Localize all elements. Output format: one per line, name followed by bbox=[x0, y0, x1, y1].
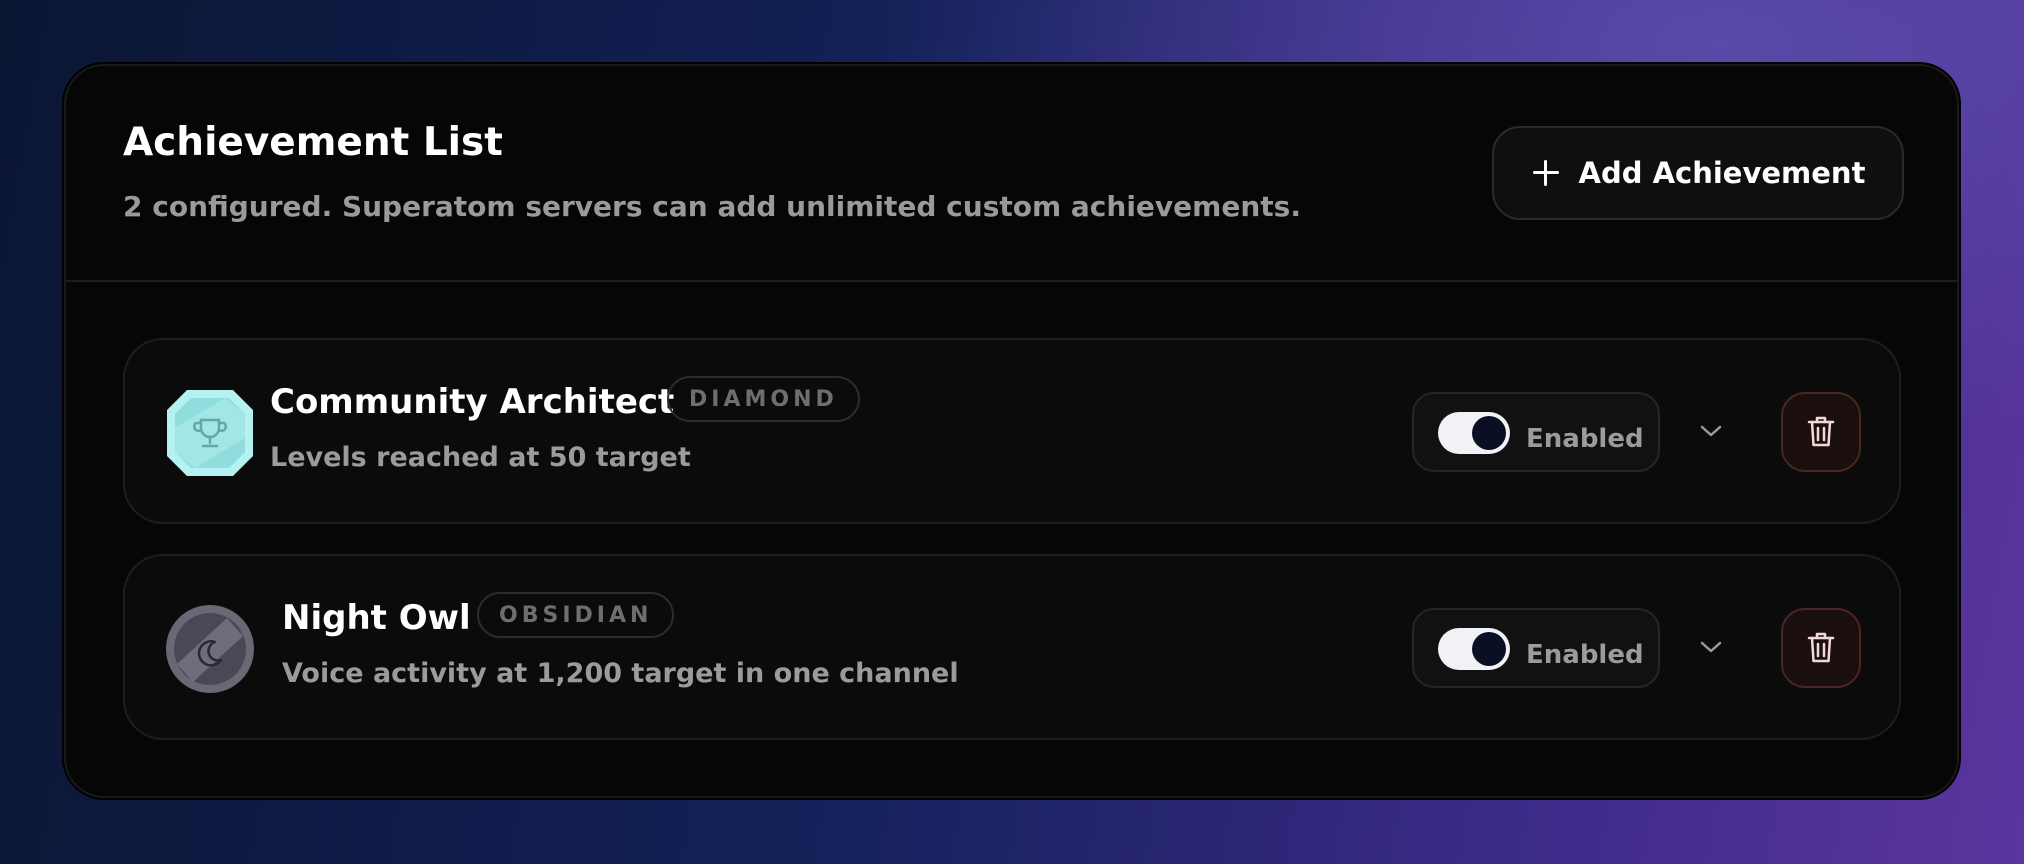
plus-icon bbox=[1531, 158, 1561, 188]
achievement-name: Community Architect bbox=[270, 382, 675, 422]
achievement-card: Night Owl OBSIDIAN Voice activity at 1,2… bbox=[123, 554, 1901, 740]
diamond-badge-icon bbox=[167, 390, 253, 476]
tier-badge: OBSIDIAN bbox=[477, 592, 675, 638]
toggle-knob bbox=[1472, 632, 1506, 666]
page-title: Achievement List bbox=[123, 120, 503, 165]
toggle-status-label: Enabled bbox=[1526, 424, 1644, 454]
chevron-down-icon[interactable] bbox=[1696, 416, 1726, 446]
panel-header: Achievement List 2 configured. Superatom… bbox=[66, 66, 1957, 282]
enabled-toggle-group: Enabled bbox=[1412, 392, 1660, 472]
obsidian-badge-icon bbox=[166, 605, 254, 693]
delete-button[interactable] bbox=[1781, 608, 1861, 688]
toggle-status-label: Enabled bbox=[1526, 640, 1644, 670]
enabled-toggle[interactable] bbox=[1438, 628, 1510, 670]
enabled-toggle[interactable] bbox=[1438, 412, 1510, 454]
trash-icon bbox=[1807, 632, 1835, 663]
achievement-card: Community Architect DIAMOND Levels reach… bbox=[123, 338, 1901, 524]
app-window: Achievement List 2 configured. Superatom… bbox=[0, 0, 2024, 864]
delete-button[interactable] bbox=[1781, 392, 1861, 472]
achievement-list-panel: Achievement List 2 configured. Superatom… bbox=[64, 64, 1959, 798]
toggle-knob bbox=[1472, 416, 1506, 450]
tier-badge: DIAMOND bbox=[667, 376, 860, 422]
enabled-toggle-group: Enabled bbox=[1412, 608, 1660, 688]
achievement-description: Voice activity at 1,200 target in one ch… bbox=[282, 658, 959, 689]
trash-icon bbox=[1807, 416, 1835, 447]
achievement-description: Levels reached at 50 target bbox=[270, 442, 691, 473]
achievement-name: Night Owl bbox=[282, 598, 471, 638]
chevron-down-icon[interactable] bbox=[1696, 632, 1726, 662]
add-achievement-label: Add Achievement bbox=[1578, 156, 1866, 190]
add-achievement-button[interactable]: Add Achievement bbox=[1492, 126, 1904, 220]
page-subtitle: 2 configured. Superatom servers can add … bbox=[123, 190, 1301, 223]
